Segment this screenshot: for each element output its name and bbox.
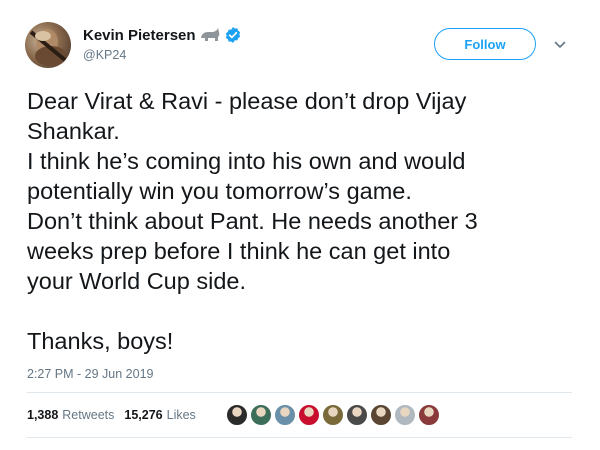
author-display-name[interactable]: Kevin Pietersen [83,27,196,44]
tweet-closing: Thanks, boys! [27,328,174,354]
tweet-timestamp[interactable]: 2:27 PM - 29 Jun 2019 [27,367,153,381]
likes-label: Likes [166,408,196,422]
likes-stat[interactable]: 15,276 Likes [124,408,195,422]
liker-avatar-4[interactable] [298,404,320,426]
tweet-line: Dear Virat & Ravi - please don’t drop Vi… [27,88,467,114]
tweet-line: potentially win you tomorrow’s game. [27,178,412,204]
rhino-icon [199,26,221,44]
liker-avatar-8[interactable] [394,404,416,426]
liker-avatars [226,404,442,426]
author-name-row[interactable]: Kevin Pietersen [83,24,242,46]
divider [27,392,572,393]
author-handle[interactable]: @KP24 [83,48,126,62]
liker-avatar-5[interactable] [322,404,344,426]
liker-avatar-1[interactable] [226,404,248,426]
tweet-line: Shankar. [27,118,120,144]
liker-avatar-3[interactable] [274,404,296,426]
likes-count: 15,276 [124,408,163,422]
retweets-label: Retweets [62,408,115,422]
engagement-stats: 1,388 Retweets 15,276 Likes [27,401,206,429]
follow-button[interactable]: Follow [434,28,536,60]
tweet-text: Dear Virat & Ravi - please don’t drop Vi… [27,86,572,356]
liker-avatar-7[interactable] [370,404,392,426]
tweet-card: Kevin Pietersen @KP24 Follow Dear Virat … [0,0,600,450]
tweet-line: weeks prep before I think he can get int… [27,238,451,264]
tweet-line: I think he’s coming into his own and wou… [27,148,466,174]
chevron-down-icon[interactable] [553,38,567,52]
avatar[interactable] [25,22,71,68]
tweet-line: Don’t think about Pant. He needs another… [27,208,478,234]
retweets-count: 1,388 [27,408,59,422]
tweet-line: your World Cup side. [27,268,246,294]
retweets-stat[interactable]: 1,388 Retweets [27,408,114,422]
liker-avatar-2[interactable] [250,404,272,426]
liker-avatar-9[interactable] [418,404,440,426]
divider [27,437,572,438]
verified-icon [224,26,242,44]
liker-avatar-6[interactable] [346,404,368,426]
